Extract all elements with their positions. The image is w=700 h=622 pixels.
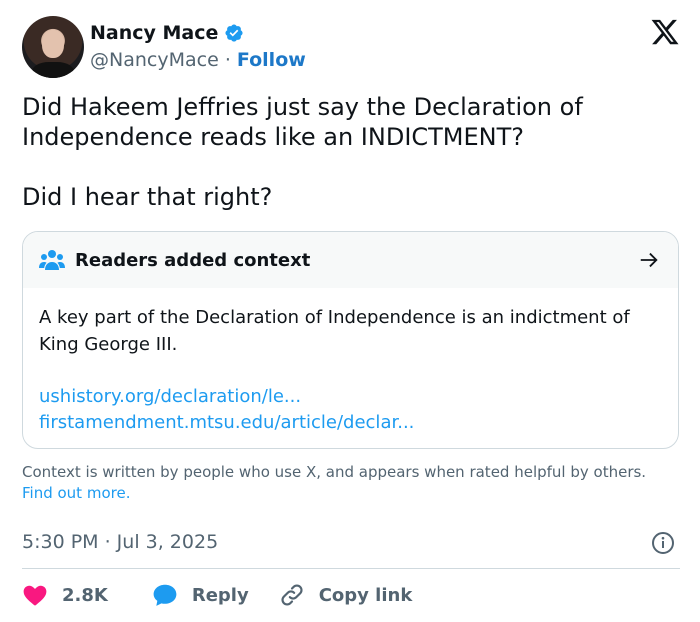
tweet-actions: 2.8K Reply Copy link	[22, 580, 442, 610]
handle-separator: ·	[224, 49, 231, 71]
author-display-name[interactable]: Nancy Mace	[90, 22, 218, 44]
arrow-right-icon[interactable]	[638, 249, 660, 271]
disclaimer-text: Context is written by people who use X, …	[22, 463, 647, 481]
copy-link-button[interactable]: Copy link	[279, 582, 413, 608]
context-card-title: Readers added context	[75, 249, 311, 271]
context-source-link[interactable]: firstamendment.mtsu.edu/article/declar..…	[39, 410, 662, 436]
reply-button[interactable]: Reply	[152, 582, 249, 608]
readers-icon	[39, 250, 65, 270]
find-out-more-link[interactable]: Find out more.	[22, 484, 130, 502]
copy-link-label: Copy link	[318, 584, 413, 606]
context-card-body: A key part of the Declaration of Indepen…	[23, 288, 678, 436]
context-note-text: A key part of the Declaration of Indepen…	[39, 307, 630, 355]
avatar[interactable]	[22, 16, 84, 78]
link-icon	[281, 584, 303, 606]
tweet-paragraph: Did Hakeem Jeffries just say the Declara…	[22, 93, 583, 151]
author-name-row: Nancy Mace	[90, 22, 244, 44]
reply-label: Reply	[191, 584, 249, 606]
author-handle-row: @NancyMace · Follow	[90, 49, 306, 71]
verified-badge-icon	[225, 24, 243, 42]
divider	[22, 568, 680, 569]
tweet-header: Nancy Mace @NancyMace · Follow	[22, 16, 682, 78]
tweet-timestamp[interactable]: 5:30 PM · Jul 3, 2025	[22, 531, 218, 553]
context-card-header[interactable]: Readers added context	[23, 232, 678, 288]
x-logo-icon[interactable]	[650, 17, 680, 47]
tweet-text: Did Hakeem Jeffries just say the Declara…	[22, 92, 672, 212]
reply-bubble-icon	[153, 584, 177, 606]
context-links: ushistory.org/declaration/le... firstame…	[39, 384, 662, 436]
heart-icon	[23, 585, 47, 606]
like-button[interactable]: 2.8K	[22, 582, 108, 608]
community-notes-card[interactable]: Readers added context A key part of the …	[22, 231, 679, 449]
author-handle[interactable]: @NancyMace	[90, 49, 219, 71]
context-disclaimer: Context is written by people who use X, …	[22, 462, 672, 504]
info-icon[interactable]	[651, 531, 675, 555]
like-count: 2.8K	[62, 584, 108, 606]
tweet-paragraph: Did I hear that right?	[22, 183, 273, 211]
context-source-link[interactable]: ushistory.org/declaration/le...	[39, 384, 662, 410]
follow-button[interactable]: Follow	[237, 49, 306, 71]
